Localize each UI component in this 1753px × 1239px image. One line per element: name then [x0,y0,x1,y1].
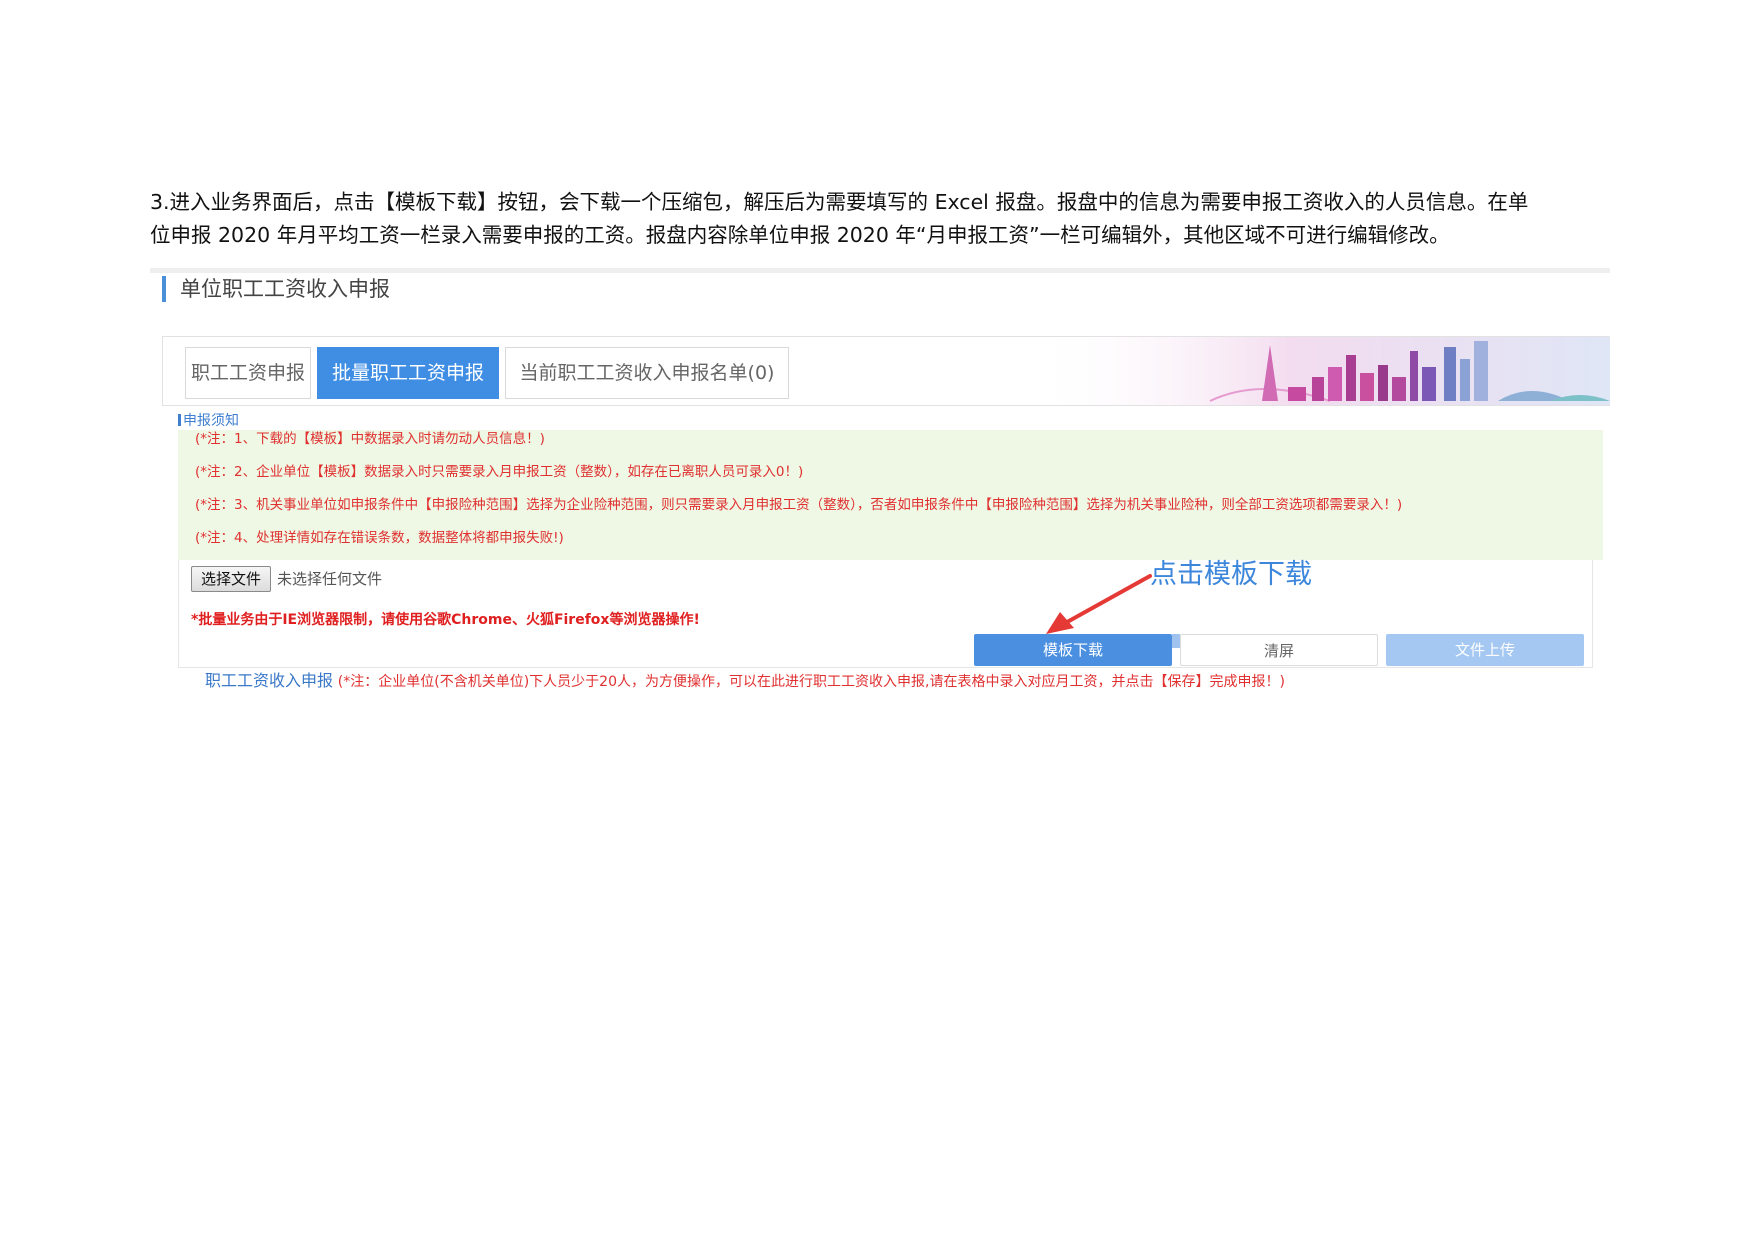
notice-marker-icon [178,414,181,426]
instruction-line-2: 位申报 2020 年月平均工资一栏录入需要申报的工资。报盘内容除单位申报 202… [150,223,1450,247]
notice-label: 申报须知 [178,412,239,430]
instruction-line-1: 3.进入业务界面后，点击【模板下载】按钮，会下载一个压缩包，解压后为需要填写的 … [150,190,1529,214]
tab-current-declaration-list[interactable]: 当前职工工资收入申报名单(0) [505,347,789,399]
template-download-button[interactable]: 模板下载 [974,634,1180,666]
choose-file-button[interactable]: 选择文件 [191,566,271,592]
instruction-paragraph: 3.进入业务界面后，点击【模板下载】按钮，会下载一个压缩包，解压后为需要填写的 … [150,186,1610,252]
notice-item-3: (*注：3、机关事业单位如申报条件中【申报险种范围】选择为企业险种范围，则只需要… [195,497,1403,513]
callout-label: 点击模板下载 [1150,559,1312,590]
footer-line: 职工工资收入申报 (*注：企业单位(不含机关单位)下人员少于20人，为方便操作，… [205,671,1285,692]
notice-item-2: (*注：2、企业单位【模板】数据录入时只需要录入月申报工资（整数），如存在已离职… [195,464,804,480]
clear-screen-button[interactable]: 清屏 [1180,634,1378,666]
file-upload-button[interactable]: 文件上传 [1386,634,1584,666]
notice-item-1: (*注：1、下载的【模板】中数据录入时请勿动人员信息！) [195,431,545,447]
tab-bar: 职工工资申报 批量职工工资申报 当前职工工资收入申报名单(0) [162,336,1610,406]
footer-note: (*注：企业单位(不含机关单位)下人员少于20人，为方便操作，可以在此进行职工工… [337,674,1285,690]
button-edge-decoration [1172,634,1180,648]
file-status-text: 未选择任何文件 [277,570,383,588]
notice-box: (*注：1、下载的【模板】中数据录入时请勿动人员信息！) (*注：2、企业单位【… [178,430,1603,560]
page-title: 单位职工工资收入申报 [162,276,390,302]
notice-item-4: (*注：4、处理详情如存在错误条数，数据整体将都申报失败!) [195,530,564,546]
tab-employee-wage-declaration[interactable]: 职工工资申报 [185,347,311,399]
wage-declaration-link[interactable]: 职工工资收入申报 [205,671,333,690]
city-skyline-banner [1030,337,1610,405]
template-download-label: 模板下载 [1042,641,1103,659]
section-divider [150,268,1610,273]
upload-panel: 选择文件 未选择任何文件 *批量业务由于IE浏览器限制，请使用谷歌Chrome、… [178,560,1593,668]
browser-warning: *批量业务由于IE浏览器限制，请使用谷歌Chrome、火狐Firefox等浏览器… [191,612,700,628]
tab-batch-wage-declaration[interactable]: 批量职工工资申报 [317,347,499,399]
notice-label-text: 申报须知 [183,413,239,429]
